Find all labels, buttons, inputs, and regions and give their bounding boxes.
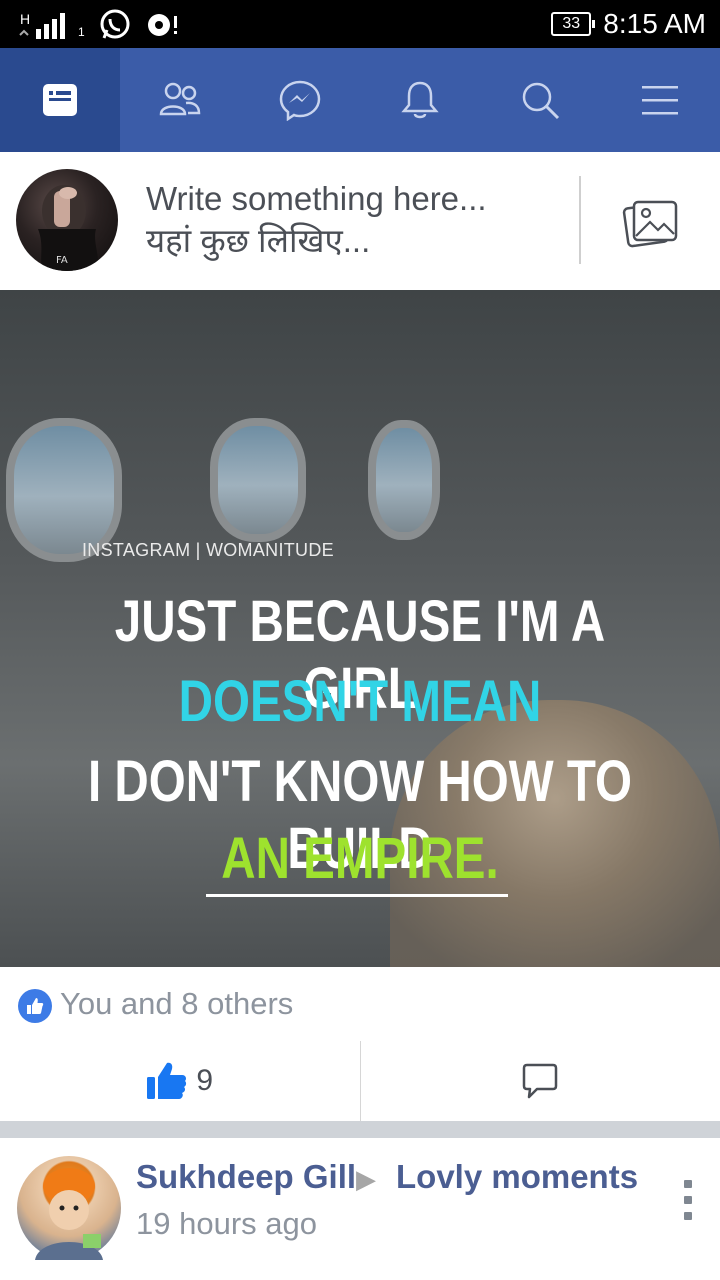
post-image[interactable]: INSTAGRAM | WOMANITUDE JUST BECAUSE I'M …: [0, 290, 720, 967]
image-caption: INSTAGRAM | WOMANITUDE: [82, 540, 334, 560]
friends-icon: [159, 82, 201, 116]
photo-icon: [622, 200, 678, 248]
composer-placeholder-hi: यहां कुछ लिखिए...: [146, 222, 371, 259]
post-group[interactable]: Lovly moments: [396, 1158, 638, 1196]
quote-underline: [206, 894, 508, 897]
battery-level: 33: [562, 15, 581, 32]
avatar[interactable]: FA: [16, 169, 118, 271]
more-options-button[interactable]: [680, 1180, 696, 1220]
news-feed-icon: [43, 84, 77, 116]
tab-search[interactable]: [480, 48, 600, 152]
composer-input[interactable]: Write something here... यहां कुछ लिखिए..…: [146, 178, 487, 262]
tab-menu[interactable]: [600, 48, 720, 152]
whatsapp-icon: [100, 9, 130, 39]
post-actions: 9: [0, 1041, 720, 1121]
quote-line-4: AN EMPIRE.: [221, 826, 499, 891]
status-left: H 1: [14, 8, 180, 42]
comment-button[interactable]: [359, 1041, 720, 1121]
like-count: 9: [196, 1064, 214, 1097]
avatar[interactable]: [17, 1156, 121, 1260]
like-reaction-icon: [18, 989, 52, 1023]
dot: [684, 1180, 692, 1188]
tab-notifications[interactable]: [360, 48, 480, 152]
dot: [684, 1196, 692, 1204]
tab-friends[interactable]: [120, 48, 240, 152]
airplane-window: [368, 420, 440, 540]
tab-news-feed[interactable]: [0, 48, 120, 152]
airplane-window: [210, 418, 306, 542]
dot: [684, 1212, 692, 1220]
shared-to-arrow-icon: ▶: [356, 1165, 376, 1195]
bell-icon: [401, 81, 439, 119]
hamburger-menu-icon: [642, 86, 678, 115]
signal-icon: H 1: [14, 9, 85, 41]
battery-icon: 33: [551, 12, 596, 36]
next-post-header: Sukhdeep Gill ▶ Lovly moments 19 hours a…: [0, 1138, 720, 1280]
feed-separator: [0, 1121, 720, 1138]
comment-icon: [523, 1063, 558, 1099]
tab-messenger[interactable]: [240, 48, 360, 152]
divider: [579, 176, 581, 264]
post-timestamp[interactable]: 19 hours ago: [136, 1206, 317, 1242]
clock: 8:15 AM: [603, 8, 706, 39]
messenger-icon: [279, 80, 321, 121]
post-author[interactable]: Sukhdeep Gill: [136, 1158, 356, 1196]
media-notification-icon: [148, 14, 177, 36]
reactions-summary[interactable]: You and 8 others: [0, 967, 720, 1042]
status-right: 33 8:15 AM: [551, 8, 706, 40]
thumbs-up-icon: [147, 1062, 187, 1099]
quote-line-2: DOESN'T MEAN: [178, 669, 542, 734]
photo-button[interactable]: [622, 198, 680, 248]
like-button[interactable]: 9: [0, 1041, 360, 1121]
sim-slot: 1: [78, 25, 85, 39]
status-composer: FA Write something here... यहां कुछ लिखि…: [0, 152, 720, 291]
status-bar: H 1 33 8:15 AM: [0, 0, 720, 48]
svg-text:FA: FA: [56, 255, 68, 266]
composer-placeholder-en: Write something here...: [146, 180, 487, 217]
network-type: H: [20, 11, 31, 27]
top-nav-bar: [0, 48, 720, 152]
reactions-text: You and 8 others: [60, 986, 294, 1021]
search-icon: [522, 82, 560, 120]
